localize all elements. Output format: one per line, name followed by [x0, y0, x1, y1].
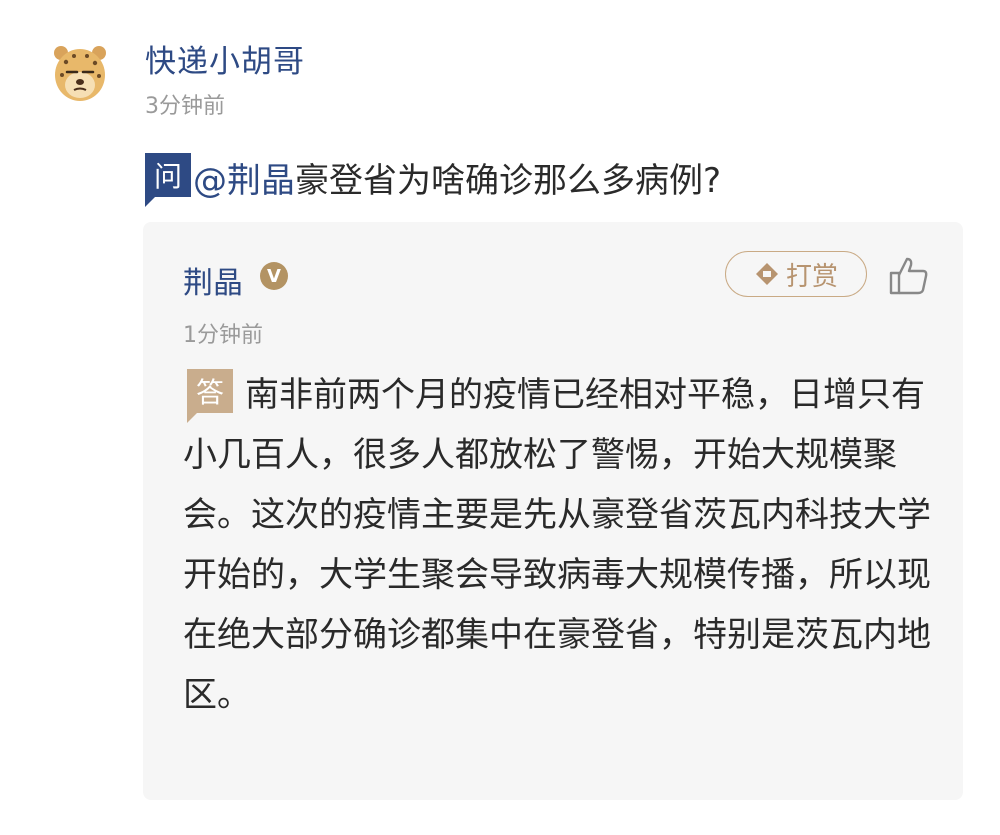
like-button[interactable]	[888, 256, 930, 296]
cheetah-avatar-icon	[54, 46, 106, 101]
asker-name[interactable]: 快递小胡哥	[145, 36, 305, 81]
diamond-tip-icon	[755, 263, 778, 285]
question-badge: 问	[145, 153, 191, 207]
answerer-name[interactable]: 荆晶	[183, 258, 243, 302]
question-text: 豪登省为啥确诊那么多病例?	[295, 160, 722, 201]
mention-link[interactable]: @荆晶	[193, 153, 295, 202]
answer-card: 荆晶 V 打赏 1分钟前 答 南非前两个月的疫情已经相对平稳，日增只有小几百人，…	[143, 222, 963, 800]
question-timestamp: 3分钟前	[145, 94, 225, 119]
asker-avatar[interactable]	[52, 42, 108, 102]
thumbs-up-icon	[889, 257, 928, 295]
verified-badge-icon: V	[260, 262, 288, 290]
answer-timestamp: 1分钟前	[183, 323, 263, 348]
answer-text: 南非前两个月的疫情已经相对平稳，日增只有小几百人，很多人都放松了警惕，开始大规模…	[183, 375, 931, 715]
tip-button-label: 打赏	[785, 261, 838, 292]
tip-button[interactable]: 打赏	[725, 251, 867, 297]
question-line: 问 @荆晶 豪登省为啥确诊那么多病例?	[145, 152, 722, 207]
